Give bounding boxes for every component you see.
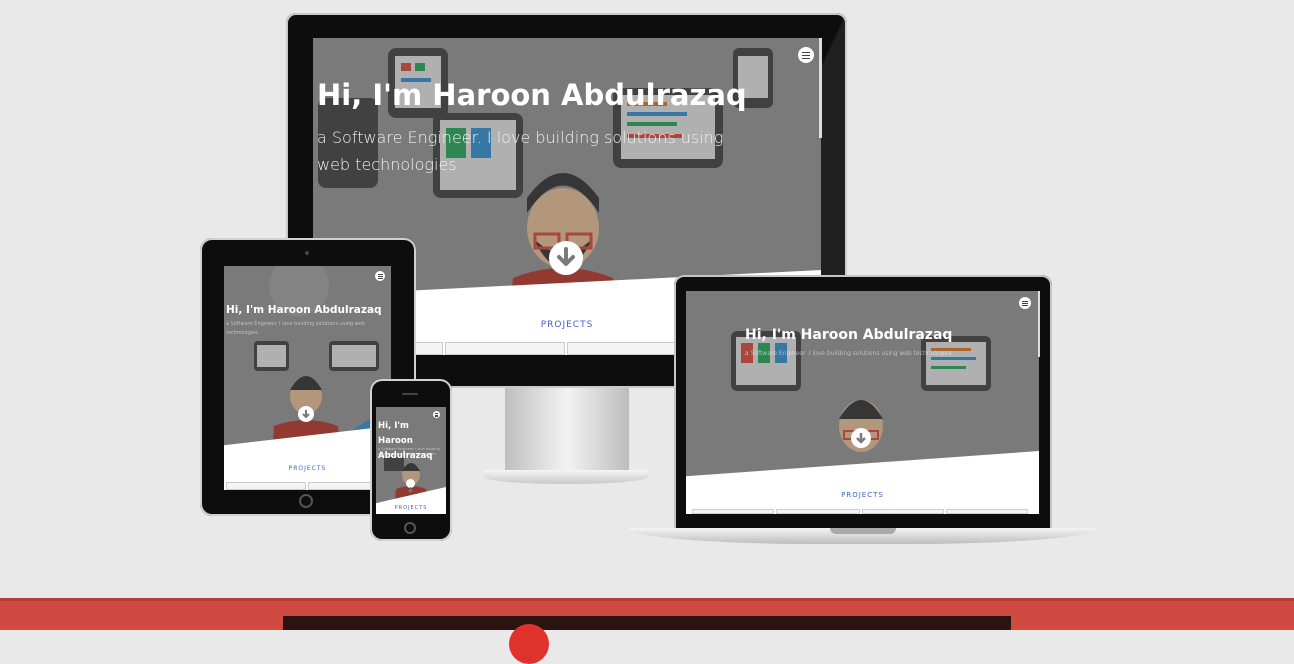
- monitor-stand: [505, 388, 629, 480]
- tablet-projects-heading: PROJECTS: [288, 465, 327, 472]
- phone-hero-subtitle: a Software Engineer. I love building sol…: [378, 447, 440, 456]
- project-thumbnail[interactable]: [862, 509, 944, 514]
- project-thumbnail[interactable]: [567, 342, 677, 355]
- tablet-hero-subtitle: a Software Engineer. I love building sol…: [226, 321, 365, 336]
- phone-projects-heading: PROJECTS: [394, 505, 428, 511]
- project-thumbnail[interactable]: [946, 509, 1028, 514]
- laptop-scrollbar[interactable]: [1038, 291, 1040, 357]
- hero-subtitle: a Software Engineer. I love building sol…: [317, 128, 724, 174]
- laptop-menu-icon[interactable]: [1019, 297, 1031, 309]
- tablet-screen: Hi, I'm Haroon Abdulrazaq a Software Eng…: [224, 266, 391, 490]
- monitor-base: [484, 470, 648, 484]
- tablet-menu-icon[interactable]: [375, 271, 385, 281]
- laptop-projects-heading: PROJECTS: [841, 491, 884, 499]
- phone-arrow-down-icon[interactable]: [406, 479, 415, 493]
- desktop-scrollbar[interactable]: [819, 38, 822, 138]
- arrow-down-circle-icon[interactable]: [549, 241, 583, 275]
- hero-title: Hi, I'm Haroon Abdulrazaq: [317, 78, 747, 112]
- tablet-home-button: [299, 494, 313, 508]
- phone-hero-title: Hi, I'm Haroon Abdulrazaq: [378, 421, 433, 461]
- menu-icon[interactable]: [798, 47, 814, 63]
- laptop-hero-title: Hi, I'm Haroon Abdulrazaq: [745, 327, 953, 343]
- footer-video-frame[interactable]: [283, 616, 1011, 664]
- phone-hero: Hi, I'm Haroon Abdulrazaq a Software Eng…: [376, 407, 446, 514]
- project-thumbnail[interactable]: [445, 342, 565, 355]
- phone-speaker: [402, 393, 418, 395]
- tablet-arrow-down-icon[interactable]: [298, 406, 314, 422]
- project-thumbnail[interactable]: [413, 342, 443, 355]
- project-thumbnail[interactable]: [226, 482, 306, 490]
- laptop-arrow-down-icon[interactable]: [851, 428, 871, 448]
- laptop-screen: Hi, I'm Haroon Abdulrazaq a Software Eng…: [686, 291, 1039, 514]
- tablet-hero: Hi, I'm Haroon Abdulrazaq a Software Eng…: [224, 266, 391, 490]
- laptop-hero: Hi, I'm Haroon Abdulrazaq a Software Eng…: [686, 291, 1039, 514]
- tablet-camera: [305, 251, 309, 255]
- laptop-notch: [830, 528, 896, 534]
- projects-thumbnails: [413, 342, 677, 355]
- phone-screen: Hi, I'm Haroon Abdulrazaq a Software Eng…: [376, 407, 446, 514]
- project-thumbnail[interactable]: [776, 509, 860, 514]
- phone-menu-icon[interactable]: [433, 411, 440, 418]
- laptop-hero-subtitle: a Software Engineer. I love building sol…: [745, 350, 952, 357]
- project-thumbnail[interactable]: [692, 509, 774, 514]
- video-play-icon[interactable]: [509, 624, 549, 664]
- laptop-projects-thumbnails: [692, 509, 1028, 514]
- tablet-projects-thumbnails: [226, 482, 388, 490]
- phone-home-button: [404, 522, 416, 534]
- tablet-hero-title: Hi, I'm Haroon Abdulrazaq: [226, 304, 382, 316]
